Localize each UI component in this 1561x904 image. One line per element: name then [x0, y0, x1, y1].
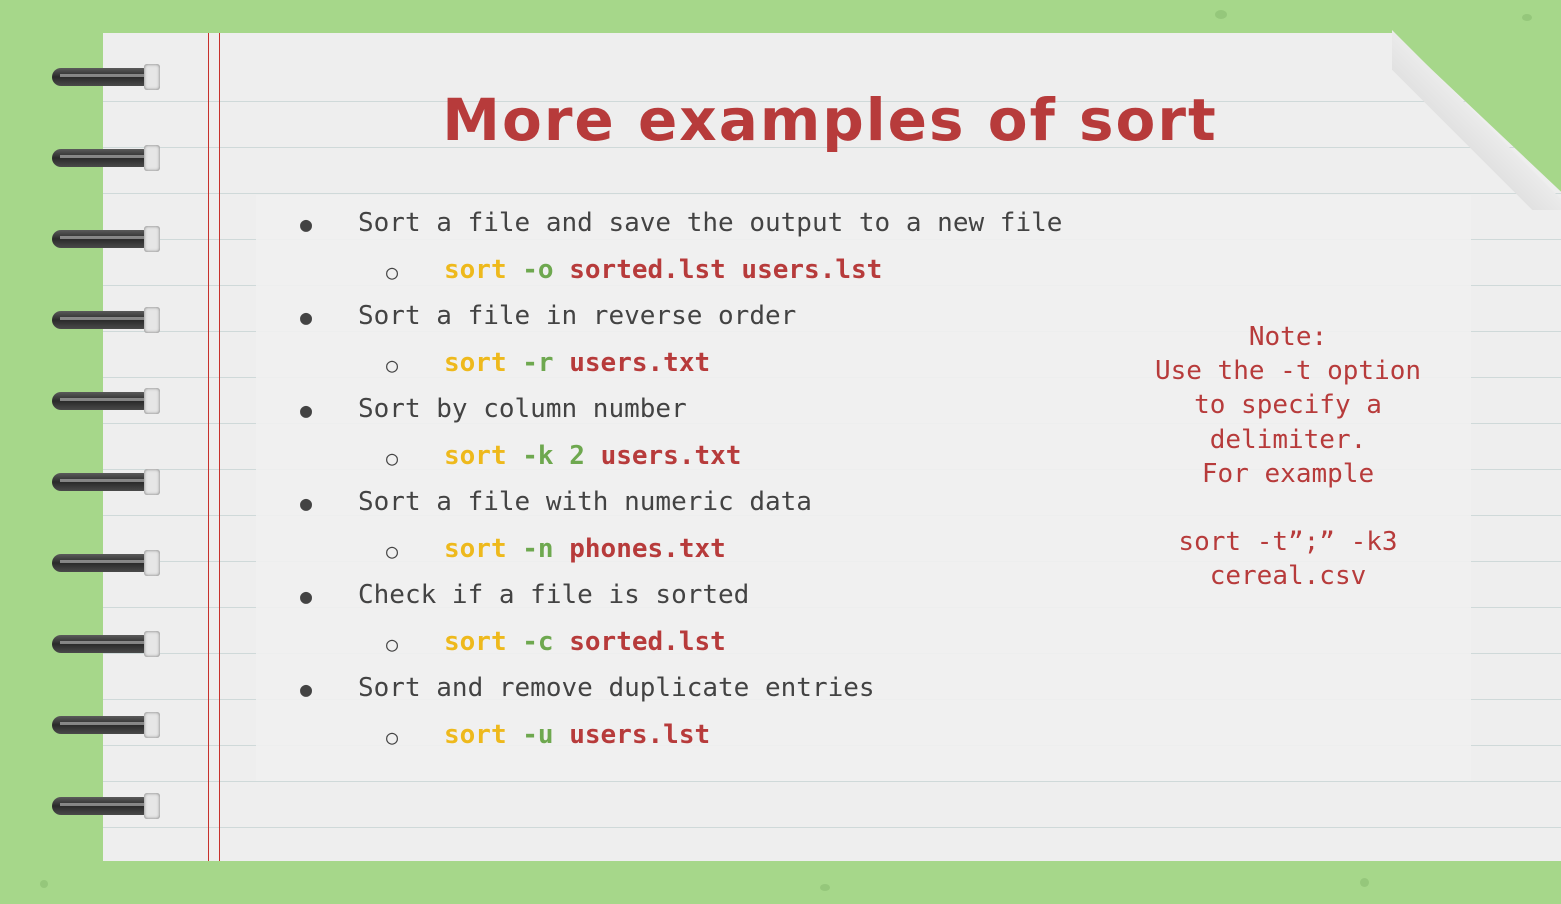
spiral-ring [52, 307, 160, 333]
command-option: -r [522, 348, 554, 378]
delimiter-note: Note: Use the -t option to specify a del… [1154, 322, 1422, 592]
bullet-icon: ● [300, 584, 313, 608]
background-speck [1522, 14, 1532, 21]
command-example: sort -k 2 users.txt [444, 441, 741, 471]
command-argument: users.txt [569, 348, 711, 378]
command-example: sort -r users.txt [444, 348, 710, 378]
sub-bullet-icon: ○ [386, 260, 399, 284]
spiral-ring [52, 388, 160, 414]
command-option: -o [522, 255, 554, 285]
list-item-text: Sort a file and save the output to a new… [358, 208, 1063, 238]
spiral-ring [52, 469, 160, 495]
command-name: sort [444, 534, 507, 564]
command-name: sort [444, 348, 507, 378]
bullet-icon: ● [300, 212, 313, 236]
command-argument: users.lst [569, 720, 711, 750]
command-argument: users.txt [600, 441, 742, 471]
command-argument: phones.txt [569, 534, 726, 564]
background-speck [820, 884, 830, 891]
background-speck [40, 880, 48, 888]
command-option: -n [522, 534, 554, 564]
sub-bullet-icon: ○ [386, 539, 399, 563]
bullet-icon: ● [300, 677, 313, 701]
command-example: sort -n phones.txt [444, 534, 726, 564]
list-item-text: Sort a file in reverse order [358, 301, 797, 331]
command-name: sort [444, 255, 507, 285]
list-item-text: Sort by column number [358, 394, 687, 424]
sub-bullet-icon: ○ [386, 353, 399, 377]
ruled-line [103, 193, 1561, 194]
command-option: -c [522, 627, 554, 657]
spiral-ring [52, 712, 160, 738]
command-example: sort -u users.lst [444, 720, 710, 750]
spiral-ring [52, 793, 160, 819]
command-option: -u [522, 720, 554, 750]
bullet-icon: ● [300, 398, 313, 422]
command-example: sort -o sorted.lst users.lst [444, 255, 882, 285]
command-argument: sorted.lst [569, 627, 726, 657]
spiral-ring [52, 631, 160, 657]
margin-line [219, 33, 220, 861]
background-speck [1360, 878, 1369, 887]
sub-bullet-icon: ○ [386, 725, 399, 749]
bullet-icon: ● [300, 305, 313, 329]
command-example: sort -c sorted.lst [444, 627, 726, 657]
spiral-ring [52, 64, 160, 90]
ruled-line [103, 827, 1561, 828]
sub-bullet-icon: ○ [386, 632, 399, 656]
sub-bullet-icon: ○ [386, 446, 399, 470]
ruled-line [103, 781, 1561, 782]
command-argument: sorted.lst users.lst [569, 255, 883, 285]
background-speck [1215, 10, 1227, 19]
spiral-ring [52, 145, 160, 171]
spiral-ring [52, 550, 160, 576]
command-name: sort [444, 720, 507, 750]
command-name: sort [444, 627, 507, 657]
bullet-icon: ● [300, 491, 313, 515]
list-item-text: Sort and remove duplicate entries [358, 673, 875, 703]
command-option: -k 2 [522, 441, 585, 471]
spiral-ring [52, 226, 160, 252]
page-title: More examples of sort [442, 86, 1218, 154]
list-item-text: Check if a file is sorted [358, 580, 750, 610]
list-item-text: Sort a file with numeric data [358, 487, 812, 517]
command-name: sort [444, 441, 507, 471]
margin-line [208, 33, 209, 861]
